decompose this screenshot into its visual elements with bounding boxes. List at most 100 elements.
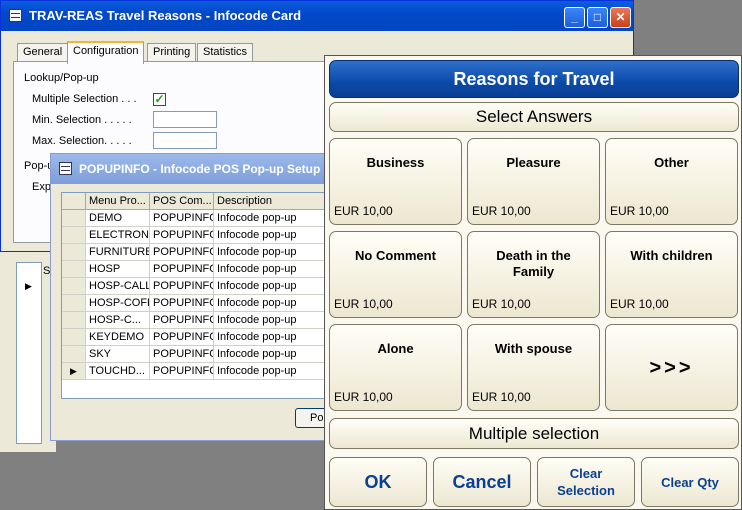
option-name: With spouse	[494, 341, 573, 356]
option-name: Other	[654, 155, 689, 170]
row-selector[interactable]	[62, 295, 86, 312]
table-row[interactable]: DEMO POPUPINFO Infocode pop-up	[62, 210, 342, 227]
cell-pos-command: POPUPINFO	[150, 329, 214, 346]
row-selector[interactable]	[62, 346, 86, 363]
minimize-button[interactable]: _	[564, 7, 585, 28]
cell-menu-profile: FURNITURE	[86, 244, 150, 261]
card-window-titlebar[interactable]: TRAV-REAS Travel Reasons - Infocode Card…	[1, 1, 633, 31]
option-pleasure[interactable]: Pleasure EUR 10,00	[467, 138, 600, 225]
max-selection-label: Max. Selection. . . . .	[32, 135, 132, 147]
table-icon	[59, 162, 72, 175]
close-button[interactable]: ✕	[610, 7, 631, 28]
table-row[interactable]: ▶ TOUCHD... POPUPINFO Infocode pop-up	[62, 363, 342, 380]
option-price: EUR 10,00	[334, 204, 393, 218]
cell-menu-profile: ELECTRON	[86, 227, 150, 244]
option-price: EUR 10,00	[472, 204, 531, 218]
table-row[interactable]: KEYDEMO POPUPINFO Infocode pop-up	[62, 329, 342, 346]
grid-header: Menu Pro... POS Com... Description	[62, 193, 342, 210]
column-pos-command[interactable]: POS Com...	[150, 193, 214, 210]
cell-description: Infocode pop-up	[214, 210, 342, 227]
option-price: EUR 10,00	[334, 297, 393, 311]
lines-list[interactable]: S ▶	[16, 262, 50, 444]
clear-qty-button[interactable]: Clear Qty	[641, 457, 739, 507]
row-selector[interactable]	[62, 210, 86, 227]
table-row[interactable]: FURNITURE POPUPINFO Infocode pop-up	[62, 244, 342, 261]
popup-window-titlebar[interactable]: POPUPINFO - Infocode POS Pop-up Setup	[51, 154, 349, 184]
tab-statistics[interactable]: Statistics	[197, 43, 254, 62]
option-name: Business	[366, 155, 425, 170]
row-selector[interactable]	[62, 312, 86, 329]
cell-menu-profile: HOSP	[86, 261, 150, 278]
popup-grid[interactable]: Menu Pro... POS Com... Description DEMO P…	[61, 192, 343, 399]
option-price: EUR 10,00	[472, 297, 531, 311]
tab-printing[interactable]: Printing	[147, 43, 197, 62]
row-selector[interactable]	[62, 244, 86, 261]
table-row[interactable]: HOSP-CALL POPUPINFO Infocode pop-up	[62, 278, 342, 295]
option-name: Alone	[377, 341, 414, 356]
option-price: EUR 10,00	[334, 390, 393, 404]
popup-window-title: POPUPINFO - Infocode POS Pop-up Setup	[79, 162, 321, 176]
cell-description: Infocode pop-up	[214, 261, 342, 278]
option-no-comment[interactable]: No Comment EUR 10,00	[329, 231, 462, 318]
lookup-popup-heading: Lookup/Pop-up	[24, 72, 99, 84]
option-business[interactable]: Business EUR 10,00	[329, 138, 462, 225]
option-name: Pleasure	[506, 155, 561, 170]
row-selector[interactable]	[62, 329, 86, 346]
cell-menu-profile: KEYDEMO	[86, 329, 150, 346]
table-row[interactable]: HOSP-C... POPUPINFO Infocode pop-up	[62, 312, 342, 329]
option-other[interactable]: Other EUR 10,00	[605, 138, 738, 225]
tab-configuration[interactable]: Configuration	[67, 41, 145, 64]
option-with-spouse[interactable]: With spouse EUR 10,00	[467, 324, 600, 411]
cell-pos-command: POPUPINFO	[150, 278, 214, 295]
option-death-in-the-family[interactable]: Death in the Family EUR 10,00	[467, 231, 600, 318]
row-selector-icon: ▶	[25, 281, 32, 291]
popup-section-label: Pop-u	[24, 160, 54, 172]
cell-description: Infocode pop-up	[214, 312, 342, 329]
cell-pos-command: POPUPINFO	[150, 210, 214, 227]
cell-pos-command: POPUPINFO	[150, 312, 214, 329]
min-selection-input[interactable]	[153, 111, 217, 128]
cell-pos-command: POPUPINFO	[150, 244, 214, 261]
table-row[interactable]: HOSP POPUPINFO Infocode pop-up	[62, 261, 342, 278]
cell-pos-command: POPUPINFO	[150, 363, 214, 380]
min-selection-label: Min. Selection . . . . .	[32, 114, 132, 126]
cell-pos-command: POPUPINFO	[150, 261, 214, 278]
row-selector[interactable]	[62, 261, 86, 278]
option-name: Death in the Family	[496, 248, 571, 279]
next-page-button[interactable]: >>>	[605, 324, 738, 411]
table-row[interactable]: SKY POPUPINFO Infocode pop-up	[62, 346, 342, 363]
multiple-selection-button[interactable]: Multiple selection	[329, 418, 739, 449]
cell-menu-profile: HOSP-COFF	[86, 295, 150, 312]
max-selection-input[interactable]	[153, 132, 217, 149]
cancel-button[interactable]: Cancel	[433, 457, 531, 507]
table-icon	[9, 9, 22, 22]
header-selector	[62, 193, 86, 210]
tab-general[interactable]: General	[17, 43, 69, 62]
option-with-children[interactable]: With children EUR 10,00	[605, 231, 738, 318]
row-selector[interactable]	[62, 278, 86, 295]
option-price: EUR 10,00	[472, 390, 531, 404]
multiple-selection-checkbox[interactable]: ✓	[153, 93, 166, 106]
column-menu-profile[interactable]: Menu Pro...	[86, 193, 150, 210]
cell-menu-profile: HOSP-CALL	[86, 278, 150, 295]
option-alone[interactable]: Alone EUR 10,00	[329, 324, 462, 411]
option-name: With children	[630, 248, 713, 263]
row-selector[interactable]	[62, 227, 86, 244]
ok-button[interactable]: OK	[329, 457, 427, 507]
popupinfo-window: POPUPINFO - Infocode POS Pop-up Setup Me…	[50, 153, 350, 441]
next-arrows: >>>	[649, 357, 694, 379]
cell-pos-command: POPUPINFO	[150, 346, 214, 363]
cell-description: Infocode pop-up	[214, 227, 342, 244]
clear-selection-button[interactable]: Clear Selection	[537, 457, 635, 507]
cell-menu-profile: HOSP-C...	[86, 312, 150, 329]
table-row[interactable]: HOSP-COFF POPUPINFO Infocode pop-up	[62, 295, 342, 312]
cell-description: Infocode pop-up	[214, 329, 342, 346]
cell-menu-profile: SKY	[86, 346, 150, 363]
multiple-selection-label: Multiple Selection . . .	[32, 93, 137, 105]
cell-description: Infocode pop-up	[214, 278, 342, 295]
cell-description: Infocode pop-up	[214, 295, 342, 312]
table-row[interactable]: ELECTRON POPUPINFO Infocode pop-up	[62, 227, 342, 244]
column-description[interactable]: Description	[214, 193, 342, 210]
maximize-button[interactable]: □	[587, 7, 608, 28]
row-selector[interactable]: ▶	[62, 363, 86, 380]
